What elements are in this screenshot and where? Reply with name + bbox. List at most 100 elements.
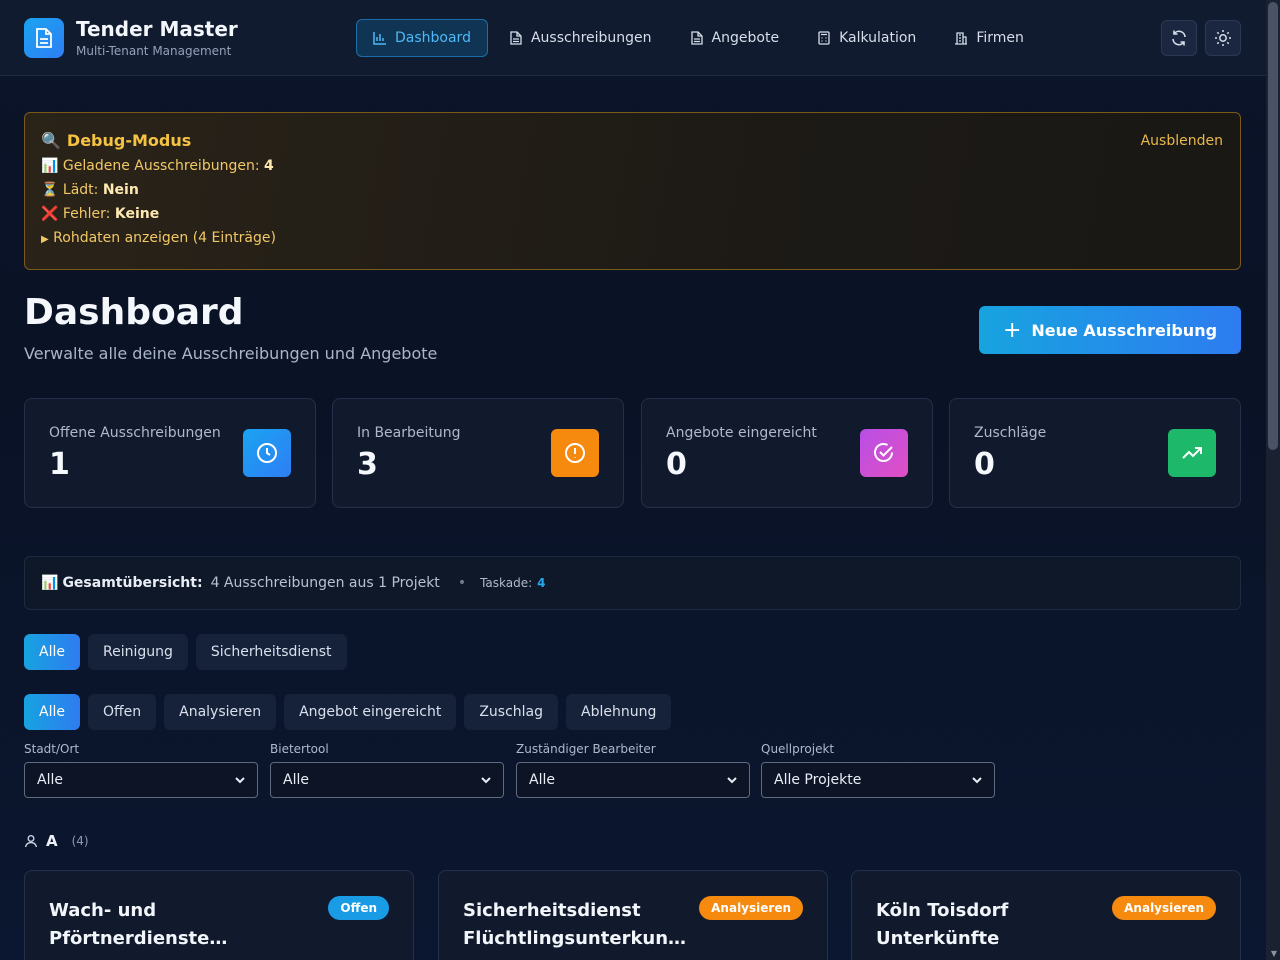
app-logo[interactable] xyxy=(24,18,64,58)
source-project-filter: Quellprojekt Alle Projekte xyxy=(761,742,995,798)
category-chip-sicherheitsdienst[interactable]: Sicherheitsdienst xyxy=(195,634,347,670)
app-subtitle: Multi-Tenant Management xyxy=(76,44,232,58)
theme-toggle-button[interactable] xyxy=(1205,20,1241,56)
tender-title: Wach- und Pförtnerdienste… xyxy=(49,900,228,949)
status-badge: Analysieren xyxy=(1112,896,1216,920)
city-select[interactable]: Alle xyxy=(24,762,258,798)
overview-label: Gesamtübersicht: xyxy=(62,575,203,591)
status-chip-offen[interactable]: Offen xyxy=(87,694,157,730)
check-circle-icon xyxy=(860,429,908,477)
status-badge: Analysieren xyxy=(699,896,803,920)
status-filter: Alle Offen Analysieren Angebot eingereic… xyxy=(24,694,672,730)
app-title: Tender Master xyxy=(76,17,238,41)
debug-loaded: 📊 Geladene Ausschreibungen: 4 xyxy=(41,158,274,174)
stat-value: 0 xyxy=(666,447,687,482)
chevron-down-icon xyxy=(481,776,491,783)
page-title: Dashboard xyxy=(24,292,244,333)
tender-title: Sicherheitsdienst Flüchtlingsunterkun… xyxy=(463,900,687,949)
tender-card[interactable]: Wach- und Pförtnerdienste… Offen xyxy=(24,870,414,960)
nav-firmen[interactable]: Firmen xyxy=(937,19,1041,57)
overview-text: 4 Ausschreibungen aus 1 Projekt xyxy=(210,575,440,591)
stat-label: Angebote eingereicht xyxy=(666,425,817,441)
debug-loading: ⏳ Lädt: Nein xyxy=(41,182,139,198)
city-filter: Stadt/Ort Alle xyxy=(24,742,258,798)
refresh-button[interactable] xyxy=(1161,20,1197,56)
plus-icon: + xyxy=(1002,317,1022,343)
chart-emoji-icon: 📊 xyxy=(41,575,59,591)
status-chip-angebot-eingereicht[interactable]: Angebot eingereicht xyxy=(284,694,457,730)
bidder-tool-select[interactable]: Alle xyxy=(270,762,504,798)
chevron-down-icon xyxy=(972,776,982,783)
overview-bar: 📊 Gesamtübersicht: 4 Ausschreibungen aus… xyxy=(24,556,1241,610)
nav-label: Kalkulation xyxy=(839,30,917,46)
tender-card[interactable]: Köln Toisdorf Unterkünfte Analysieren xyxy=(851,870,1241,960)
category-chip-reinigung[interactable]: Reinigung xyxy=(87,634,188,670)
trending-up-icon xyxy=(1168,429,1216,477)
hourglass-icon: ⏳ xyxy=(41,182,59,198)
chevron-down-icon xyxy=(727,776,737,783)
separator-dot: • xyxy=(457,575,467,591)
page-subtitle: Verwalte alle deine Ausschreibungen und … xyxy=(24,344,438,363)
nav-kalkulation[interactable]: Kalkulation xyxy=(800,19,933,57)
select-label: Zuständiger Bearbeiter xyxy=(516,742,656,756)
status-chip-analysieren[interactable]: Analysieren xyxy=(164,694,277,730)
document-icon xyxy=(36,28,52,48)
group-count: (4) xyxy=(71,834,89,848)
raw-data-toggle[interactable]: ▶ Rohdaten anzeigen (4 Einträge) xyxy=(41,230,1224,246)
sun-icon xyxy=(1215,30,1231,46)
nav-angebote[interactable]: Angebote xyxy=(673,19,797,57)
document-icon xyxy=(690,31,703,45)
assignee-filter: Zuständiger Bearbeiter Alle xyxy=(516,742,750,798)
status-badge: Offen xyxy=(328,896,389,920)
nav-label: Firmen xyxy=(976,30,1024,46)
user-icon xyxy=(24,835,38,848)
category-chip-all[interactable]: Alle xyxy=(24,634,80,670)
chart-emoji-icon: 📊 xyxy=(41,158,59,174)
stat-value: 1 xyxy=(49,447,70,482)
debug-panel: 🔍 Debug-Modus Ausblenden 📊 Geladene Auss… xyxy=(24,112,1241,270)
debug-title: 🔍 Debug-Modus xyxy=(41,131,192,150)
chevron-down-icon xyxy=(235,776,245,783)
new-tender-button[interactable]: + Neue Ausschreibung xyxy=(979,306,1241,354)
source-project-select[interactable]: Alle Projekte xyxy=(761,762,995,798)
assignee-select[interactable]: Alle xyxy=(516,762,750,798)
page-scrollbar[interactable]: ▼ xyxy=(1266,0,1280,960)
building-icon xyxy=(955,32,968,45)
select-label: Quellprojekt xyxy=(761,742,835,756)
select-label: Bietertool xyxy=(270,742,329,756)
triangle-right-icon: ▶ xyxy=(41,234,49,245)
stat-card-open: Offene Ausschreibungen 1 xyxy=(24,398,316,508)
scroll-down-icon[interactable]: ▼ xyxy=(1271,949,1277,958)
magnifier-icon: 🔍 xyxy=(41,131,61,150)
tender-card[interactable]: Sicherheitsdienst Flüchtlingsunterkun… A… xyxy=(438,870,828,960)
refresh-icon xyxy=(1172,30,1186,46)
debug-error: ❌ Fehler: Keine xyxy=(41,206,160,222)
nav-label: Ausschreibungen xyxy=(530,30,652,46)
status-chip-ablehnung[interactable]: Ablehnung xyxy=(566,694,672,730)
scrollbar-thumb[interactable] xyxy=(1268,2,1278,450)
nav-label: Dashboard xyxy=(395,30,471,46)
clock-icon xyxy=(243,429,291,477)
stat-label: In Bearbeitung xyxy=(357,425,461,441)
assignee-group-heading: A (4) xyxy=(24,832,89,850)
stat-value: 0 xyxy=(974,447,995,482)
cross-icon: ❌ xyxy=(41,206,59,222)
status-chip-zuschlag[interactable]: Zuschlag xyxy=(464,694,558,730)
calculator-icon xyxy=(818,31,830,45)
category-filter: Alle Reinigung Sicherheitsdienst xyxy=(24,634,347,670)
select-label: Stadt/Ort xyxy=(24,742,80,756)
bar-chart-icon xyxy=(373,32,386,45)
debug-hide-button[interactable]: Ausblenden xyxy=(1141,133,1223,149)
stat-label: Offene Ausschreibungen xyxy=(49,425,221,441)
bidder-tool-filter: Bietertool Alle xyxy=(270,742,504,798)
taskade-value: 4 xyxy=(537,576,546,590)
main-nav: Dashboard Ausschreibungen Angebote Kalku… xyxy=(356,19,1041,57)
stat-card-awarded: Zuschläge 0 xyxy=(949,398,1241,508)
status-chip-all[interactable]: Alle xyxy=(24,694,80,730)
nav-ausschreibungen[interactable]: Ausschreibungen xyxy=(492,19,669,57)
alert-circle-icon xyxy=(551,429,599,477)
stat-label: Zuschläge xyxy=(974,425,1047,441)
stat-card-submitted: Angebote eingereicht 0 xyxy=(641,398,933,508)
stat-value: 3 xyxy=(357,447,378,482)
nav-dashboard[interactable]: Dashboard xyxy=(356,19,488,57)
